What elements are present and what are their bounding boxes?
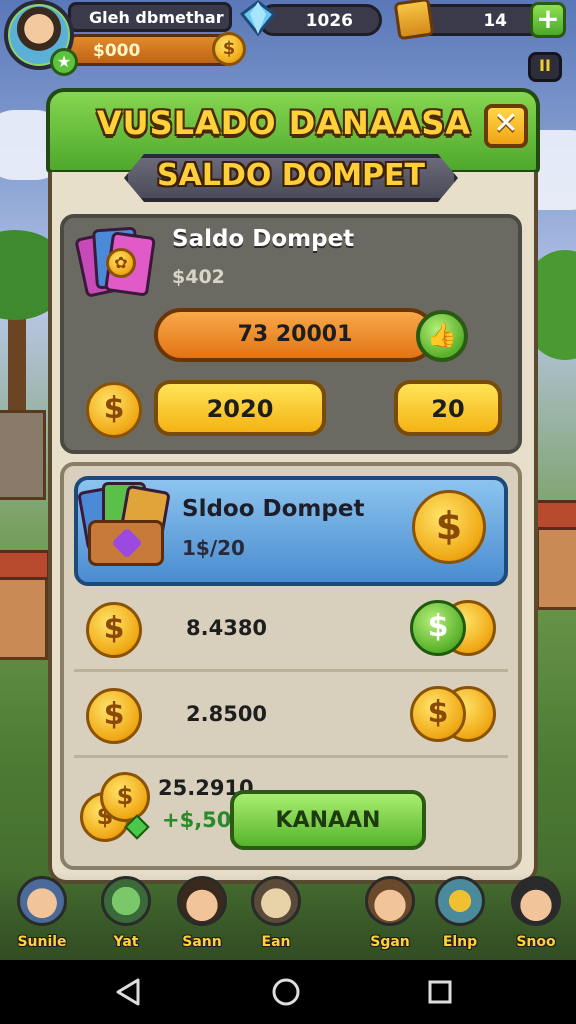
balance-progress-bar: 73 20001: [154, 308, 436, 362]
character-slot[interactable]: Yat: [94, 872, 158, 960]
system-nav-bar: [0, 960, 576, 1024]
row-value: 8.4380: [186, 616, 268, 640]
list-item: $ 8.4380 $: [74, 592, 508, 672]
character-slot[interactable]: Snoo: [504, 872, 568, 960]
home-icon[interactable]: [268, 974, 304, 1010]
add-currency-button[interactable]: +: [530, 2, 566, 38]
character-avatar: [365, 876, 415, 926]
coin-icon: $: [86, 382, 142, 438]
character-label: Yat: [113, 934, 139, 950]
character-slot[interactable]: Ean: [244, 872, 308, 960]
coin-icon: $: [86, 688, 142, 744]
character-bar: Sunile Yat Sann Ean Sgan Elnp Snoo: [0, 872, 576, 960]
character-label: Sunile: [17, 934, 67, 950]
wallet-card-subtitle: 1$/20: [182, 536, 245, 560]
green-coin-button[interactable]: $: [410, 600, 466, 656]
wallet-panel: VUSLADO DANAASA ✕ SALDO DOMPET ✿ Saldo D…: [46, 88, 540, 884]
thumbs-up-button[interactable]: 👍: [416, 310, 468, 362]
coin-icon: $: [86, 602, 142, 658]
pause-button[interactable]: II: [528, 52, 562, 82]
row-value: 2.8500: [186, 702, 268, 726]
recents-icon[interactable]: [422, 974, 458, 1010]
coin-button[interactable]: $: [410, 686, 466, 742]
character-label: Snoo: [516, 934, 556, 950]
character-label: Sann: [182, 934, 222, 950]
character-avatar: [251, 876, 301, 926]
character-slot[interactable]: Elnp: [428, 872, 492, 960]
character-avatar: [17, 876, 67, 926]
claim-button[interactable]: KANAAN: [230, 790, 426, 850]
character-label: Ean: [261, 934, 291, 950]
coin-icon: $: [212, 32, 246, 66]
back-icon[interactable]: [110, 974, 146, 1010]
gem-counter: 1026: [258, 4, 382, 36]
gem-icon: [240, 0, 276, 36]
reward-subtitle: +$,50: [162, 808, 232, 832]
gold-amount: $000: [68, 34, 232, 66]
character-avatar: [177, 876, 227, 926]
list-item: $ 2.8500 $: [74, 678, 508, 758]
character-avatar: [435, 876, 485, 926]
coin-icon[interactable]: $: [412, 490, 486, 564]
wallet-icon: [77, 480, 180, 576]
amount-button-20[interactable]: 20: [394, 380, 502, 436]
amount-button-2020[interactable]: 2020: [154, 380, 326, 436]
panel-title: VUSLADO DANAASA: [96, 104, 472, 142]
player-name: Gleh dbmethar: [68, 2, 232, 32]
character-slot[interactable]: Sann: [170, 872, 234, 960]
ribbon-title: SALDO DOMPET: [157, 158, 425, 193]
star-badge-icon: ★: [50, 48, 78, 76]
wallet-card-title: Sldoo Dompet: [182, 496, 365, 522]
character-label: Sgan: [370, 934, 410, 950]
character-slot[interactable]: Sgan: [358, 872, 422, 960]
player-profile[interactable]: Gleh dbmethar $000 $ ★: [2, 0, 246, 76]
character-avatar: [101, 876, 151, 926]
cards-icon: ✿: [74, 220, 162, 306]
balance-title: Saldo Dompet: [172, 226, 355, 252]
character-avatar: [511, 876, 561, 926]
crate-icon: [393, 0, 435, 41]
coin-pile-icon: $ $: [80, 770, 156, 846]
balance-subtitle: $402: [172, 266, 225, 288]
character-slot[interactable]: Sunile: [10, 872, 74, 960]
close-button[interactable]: ✕: [484, 104, 528, 148]
character-label: Elnp: [442, 934, 478, 950]
